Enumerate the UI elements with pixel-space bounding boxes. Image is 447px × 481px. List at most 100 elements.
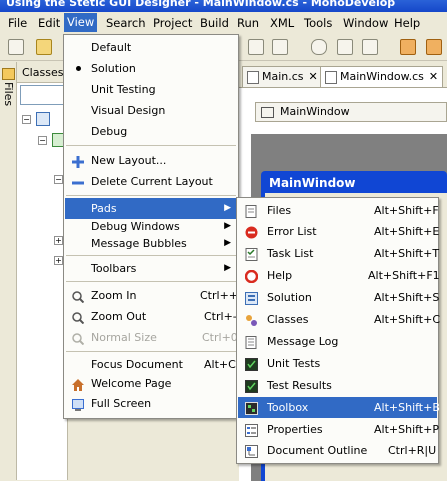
tree-expand-icon[interactable]: +	[54, 256, 63, 265]
menu-search[interactable]: Search	[105, 15, 147, 31]
menu-item-label: Message Bubbles	[91, 237, 187, 250]
menu-item-shortcut: Ctrl+0	[202, 331, 238, 344]
menu-item-label: Task List	[267, 247, 314, 260]
menu-item-label: Zoom In	[91, 289, 137, 302]
new-file-icon[interactable]	[8, 39, 24, 55]
pad-item-classes[interactable]: Classes Alt+Shift+C	[238, 309, 441, 330]
menu-item-solution[interactable]: Solution	[65, 58, 237, 79]
menu-item-shortcut: Alt+Shift+S	[374, 291, 440, 304]
menu-item-unit-testing[interactable]: Unit Testing	[65, 79, 237, 100]
tree-collapse-icon[interactable]: −	[54, 175, 63, 184]
menu-item-focus-document[interactable]: Focus Document Alt+C	[65, 354, 237, 375]
unit-tests-icon	[245, 357, 258, 371]
zoom-normal-icon	[72, 331, 85, 346]
delete-icon[interactable]	[272, 39, 288, 55]
build-icon[interactable]	[337, 39, 353, 55]
menu-item-delete-current-layout[interactable]: Delete Current Layout	[65, 171, 237, 192]
menu-view[interactable]: View	[64, 13, 98, 32]
tree-collapse-icon[interactable]: −	[38, 136, 47, 145]
menu-item-shortcut: Alt+Shift+F	[374, 204, 439, 217]
menu-item-label: Focus Document	[91, 358, 183, 371]
menu-item-shortcut: Ctrl+R|U	[388, 444, 437, 457]
pad-item-properties[interactable]: Properties Alt+Shift+P	[238, 419, 439, 440]
widget-selector-button[interactable]: MainWindow	[255, 102, 447, 122]
menu-tools[interactable]: Tools	[303, 15, 333, 31]
save-all-icon[interactable]	[248, 39, 264, 55]
pad-item-files[interactable]: Files Alt+Shift+F	[238, 200, 439, 221]
menu-item-label: Solution	[91, 62, 136, 75]
close-icon[interactable]: ✕	[309, 70, 318, 83]
minus-icon	[72, 175, 84, 187]
menu-item-zoom-out[interactable]: Zoom Out Ctrl+-	[65, 306, 237, 327]
menu-window[interactable]: Window	[342, 15, 389, 31]
pad-item-task-list[interactable]: Task List Alt+Shift+T	[238, 243, 439, 264]
menu-item-full-screen[interactable]: Full Screen	[65, 393, 237, 414]
menu-separator	[66, 351, 236, 352]
menu-item-shortcut: Alt+Shift+C	[374, 313, 441, 326]
pad-item-help[interactable]: Help Alt+Shift+F1	[238, 265, 440, 286]
pad-item-solution[interactable]: Solution Alt+Shift+S	[238, 287, 440, 308]
menu-item-shortcut: Ctrl++	[200, 289, 239, 302]
menu-build[interactable]: Build	[199, 15, 230, 31]
menu-item-visual-design[interactable]: Visual Design	[65, 100, 237, 121]
find-icon[interactable]	[311, 39, 327, 55]
tree-collapse-icon[interactable]: −	[22, 115, 31, 124]
close-icon[interactable]: ✕	[429, 70, 438, 83]
run-icon[interactable]	[362, 39, 378, 55]
menu-item-shortcut: Alt+C	[204, 358, 236, 371]
title-bar: Using the Stetic GUI Designer - MainWind…	[0, 0, 447, 12]
window-title: Using the Stetic GUI Designer - MainWind…	[6, 0, 396, 9]
menu-item-label: Document Outline	[267, 444, 368, 457]
cs-file-icon	[325, 70, 337, 84]
menu-item-debug[interactable]: Debug	[65, 121, 237, 142]
files-icon	[245, 204, 258, 218]
pad-item-error-list[interactable]: Error List Alt+Shift+E	[238, 221, 439, 242]
tab-main-cs[interactable]: Main.cs ✕	[242, 66, 323, 87]
pad-item-unit-tests[interactable]: Unit Tests	[238, 353, 437, 374]
menu-item-label: Message Log	[267, 335, 339, 348]
menu-file[interactable]: File	[7, 15, 28, 31]
task-list-icon	[245, 247, 258, 261]
pad-item-message-log[interactable]: Message Log	[238, 331, 437, 352]
solution-node-icon[interactable]	[36, 112, 50, 126]
zoom-out-icon	[72, 310, 85, 325]
menu-item-new-layout[interactable]: New Layout...	[65, 150, 237, 171]
menu-item-shortcut: Alt+Shift+P	[374, 423, 439, 436]
pad-item-test-results[interactable]: Test Results	[238, 375, 437, 396]
solution-icon	[245, 291, 258, 305]
open-folder-icon[interactable]	[36, 39, 52, 55]
menu-item-label: Visual Design	[91, 104, 166, 117]
tab-mainwindow-cs[interactable]: MainWindow.cs ✕	[320, 66, 444, 87]
back-icon[interactable]	[400, 39, 416, 55]
menu-item-welcome-page[interactable]: Welcome Page	[65, 373, 237, 394]
submenu-arrow-icon: ▶	[224, 238, 231, 248]
menu-item-label: Error List	[267, 225, 317, 238]
error-icon	[245, 225, 258, 239]
menu-project[interactable]: Project	[152, 15, 193, 31]
tree-expand-icon[interactable]: +	[54, 236, 63, 245]
menu-edit[interactable]: Edit	[37, 15, 61, 31]
forward-icon[interactable]	[426, 39, 442, 55]
pad-item-toolbox[interactable]: Toolbox Alt+Shift+B	[238, 397, 440, 418]
menu-item-label: Zoom Out	[91, 310, 147, 323]
menu-item-toolbars[interactable]: Toolbars ▶	[65, 258, 237, 279]
menu-item-label: Normal Size	[91, 331, 157, 344]
menu-help[interactable]: Help	[393, 15, 421, 31]
pad-item-document-outline[interactable]: Document Outline Ctrl+R|U	[238, 440, 437, 461]
menu-item-label: Classes	[267, 313, 309, 326]
classes-pad-tab[interactable]: Classes	[17, 62, 67, 83]
classes-search-input[interactable]	[20, 85, 66, 105]
menu-item-default[interactable]: Default	[65, 37, 237, 58]
classes-pad: Classes − − − + +	[17, 62, 68, 480]
menu-run[interactable]: Run	[236, 15, 260, 31]
menu-item-message-bubbles[interactable]: Message Bubbles ▶	[65, 233, 237, 254]
menu-separator	[66, 195, 236, 196]
menu-item-zoom-in[interactable]: Zoom In Ctrl++	[65, 285, 239, 306]
files-pad-strip[interactable]: Files	[0, 62, 17, 480]
files-pad-label[interactable]: Files	[2, 82, 15, 106]
menu-item-shortcut: Ctrl+-	[204, 310, 237, 323]
menu-item-label: Toolbars	[91, 262, 137, 275]
tab-label: Main.cs	[262, 70, 304, 83]
menu-xml[interactable]: XML	[269, 15, 295, 31]
pads-submenu: Files Alt+Shift+F Error List Alt+Shift+E T…	[236, 197, 441, 464]
